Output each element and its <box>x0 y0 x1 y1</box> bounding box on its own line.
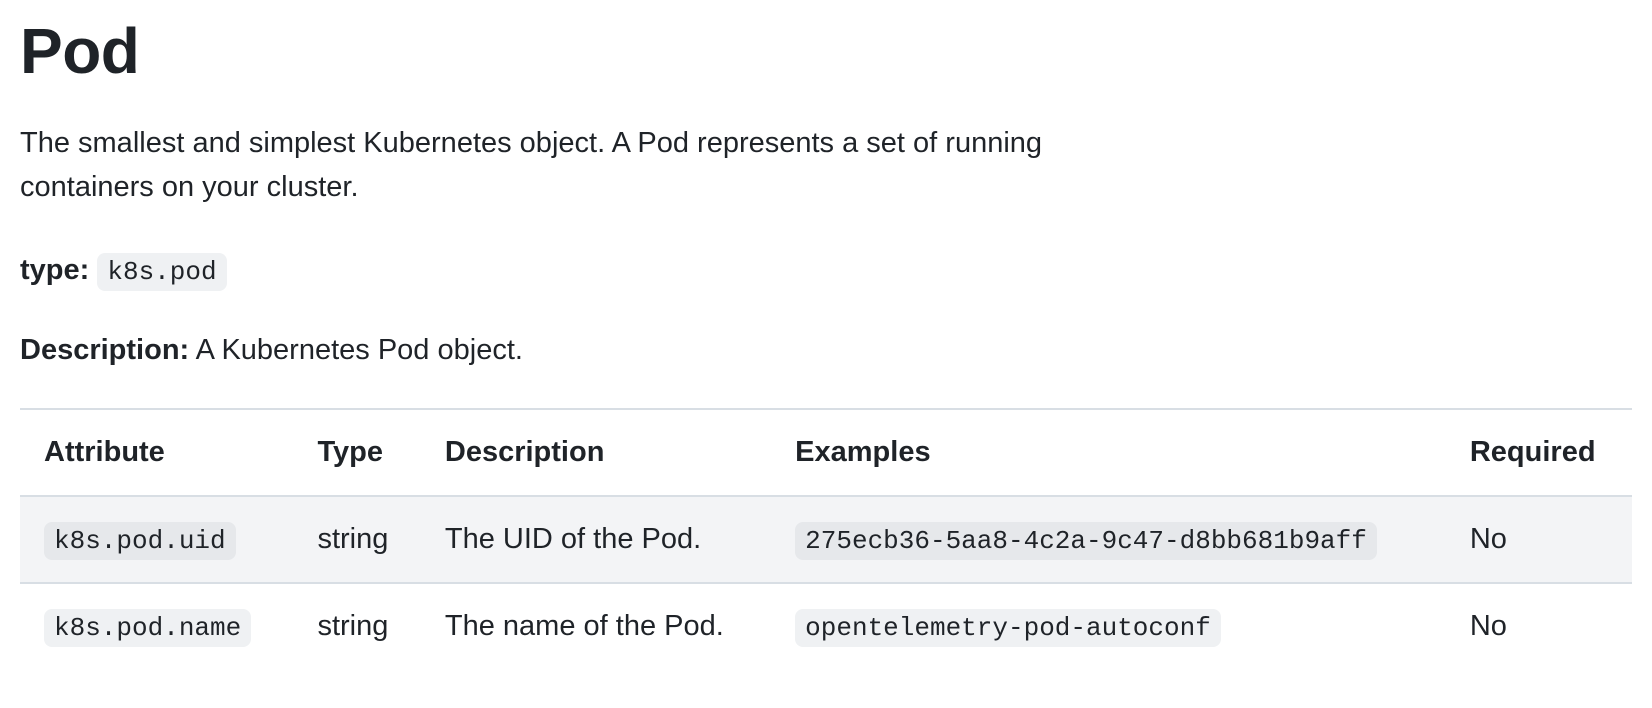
cell-description: The name of the Pod. <box>421 583 771 669</box>
cell-attribute: k8s.pod.uid <box>20 496 293 583</box>
col-required: Required <box>1446 410 1632 496</box>
example-code: 275ecb36-5aa8-4c2a-9c47-d8bb681b9aff <box>795 522 1377 560</box>
type-row: type: k8s.pod <box>20 249 1632 293</box>
col-examples: Examples <box>771 410 1446 496</box>
attributes-table: Attribute Type Description Examples Requ… <box>20 410 1632 669</box>
col-type: Type <box>293 410 420 496</box>
cell-attribute: k8s.pod.name <box>20 583 293 669</box>
cell-required: No <box>1446 496 1632 583</box>
attribute-code: k8s.pod.uid <box>44 522 236 560</box>
description-value: A Kubernetes Pod object. <box>196 334 523 366</box>
cell-type: string <box>293 496 420 583</box>
cell-required: No <box>1446 583 1632 669</box>
intro-paragraph: The smallest and simplest Kubernetes obj… <box>20 122 1160 209</box>
table-row: k8s.pod.uid string The UID of the Pod. 2… <box>20 496 1632 583</box>
attribute-code: k8s.pod.name <box>44 609 251 647</box>
cell-description: The UID of the Pod. <box>421 496 771 583</box>
cell-type: string <box>293 583 420 669</box>
description-label: Description: <box>20 334 189 366</box>
type-label: type: <box>20 254 89 286</box>
table-row: k8s.pod.name string The name of the Pod.… <box>20 583 1632 669</box>
description-row: Description: A Kubernetes Pod object. <box>20 329 1632 373</box>
cell-examples: 275ecb36-5aa8-4c2a-9c47-d8bb681b9aff <box>771 496 1446 583</box>
example-code: opentelemetry-pod-autoconf <box>795 609 1221 647</box>
page-title: Pod <box>20 16 1632 86</box>
table-header-row: Attribute Type Description Examples Requ… <box>20 410 1632 496</box>
type-value: k8s.pod <box>97 253 226 291</box>
col-attribute: Attribute <box>20 410 293 496</box>
cell-examples: opentelemetry-pod-autoconf <box>771 583 1446 669</box>
col-description: Description <box>421 410 771 496</box>
